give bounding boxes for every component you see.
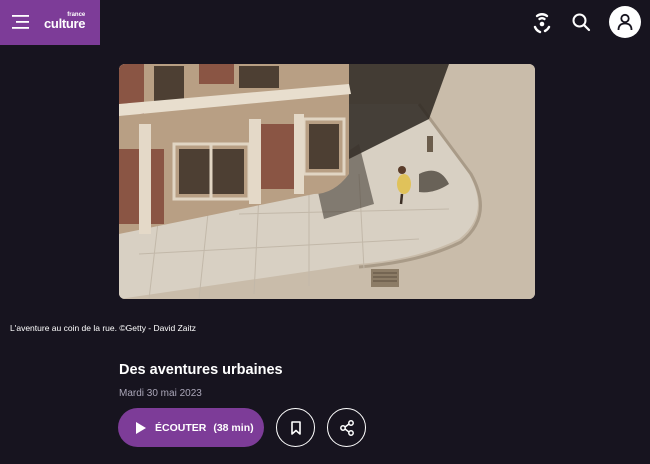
episode-title: Des aventures urbaines <box>119 362 283 378</box>
user-icon <box>617 13 633 31</box>
menu-icon[interactable] <box>12 15 29 29</box>
top-bar: france culture <box>0 0 650 45</box>
duration-label: (38 min) <box>213 421 254 434</box>
brand-block: france culture <box>0 0 100 45</box>
hero-image <box>119 64 535 299</box>
listen-button[interactable]: ÉCOUTER (38 min) <box>118 408 264 447</box>
bookmark-button[interactable] <box>276 408 315 447</box>
listen-label: ÉCOUTER <box>155 421 207 434</box>
bookmark-icon <box>290 420 301 435</box>
radio-wave-icon[interactable] <box>530 10 554 34</box>
logo[interactable]: france culture <box>44 12 86 31</box>
share-button[interactable] <box>327 408 366 447</box>
share-icon <box>339 419 354 436</box>
street-corner-illustration <box>119 64 535 299</box>
account-button[interactable] <box>609 6 641 38</box>
episode-date: Mardi 30 mai 2023 <box>119 388 202 399</box>
logo-big-text: culture <box>44 16 86 31</box>
image-caption: L'aventure au coin de la rue. ©Getty - D… <box>10 323 197 333</box>
play-icon <box>136 421 146 434</box>
search-icon[interactable] <box>569 10 593 34</box>
